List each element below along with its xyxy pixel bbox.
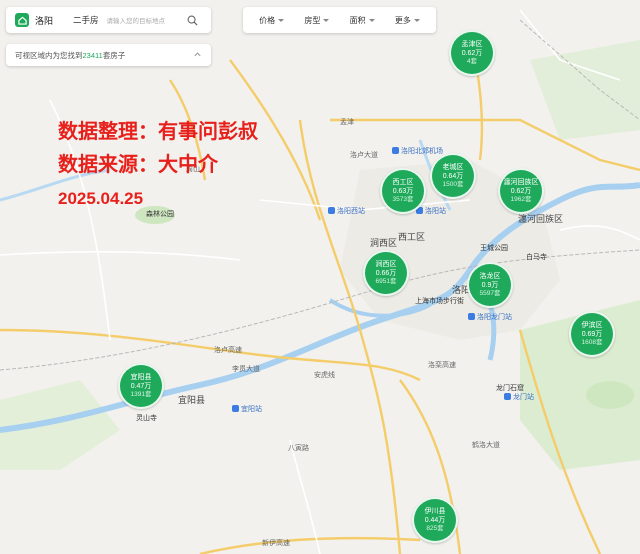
district-name: 瀍河回族区 xyxy=(503,179,539,186)
district-price: 0.47万 xyxy=(130,383,152,390)
label-road-6: 新伊高速 xyxy=(262,540,290,547)
watermark-source: 数据来源：大中介 xyxy=(58,152,218,176)
district-price: 0.62万 xyxy=(461,50,483,57)
district-bubble-luolong[interactable]: 洛龙区 0.9万 5597套 xyxy=(467,262,513,308)
label-road-1: 洛卢高速 xyxy=(214,347,242,354)
label-airport: 洛阳北郊机场 xyxy=(392,146,443,156)
district-count: 825套 xyxy=(426,525,444,532)
result-count: 23411 xyxy=(82,50,103,60)
district-bubble-chanhe[interactable]: 瀍河回族区 0.62万 1962套 xyxy=(498,168,544,214)
district-count: 1500套 xyxy=(442,181,464,188)
label-jianxi: 涧西区 xyxy=(370,238,398,248)
district-name: 老城区 xyxy=(442,164,464,171)
watermark-date: 2025.04.25 xyxy=(58,189,144,208)
watermark-author: 数据整理：有事问彭叔 xyxy=(58,119,258,143)
label-yiyang-station: 宜阳站 xyxy=(232,404,262,414)
filter-more-label: 更多 xyxy=(394,15,411,25)
caret-down-icon xyxy=(323,18,330,22)
district-price: 0.44万 xyxy=(424,517,446,524)
caret-down-icon xyxy=(368,18,375,22)
district-price: 0.63万 xyxy=(392,188,414,195)
label-yiyang: 宜阳县 xyxy=(178,395,206,405)
city-selector[interactable]: 洛阳 xyxy=(35,14,53,27)
filter-bar: 价格 房型 面积 更多 xyxy=(243,7,436,33)
district-name: 宜阳县 xyxy=(130,374,152,381)
district-bubble-yichuan[interactable]: 伊川县 0.44万 825套 xyxy=(412,497,458,543)
result-suffix: 套房子 xyxy=(102,50,126,60)
district-name: 伊滨区 xyxy=(581,322,603,329)
park-area xyxy=(586,381,634,409)
district-bubble-jianxi[interactable]: 涧西区 0.66万 6951套 xyxy=(363,250,409,296)
district-name: 西工区 xyxy=(392,179,414,186)
district-count: 1391套 xyxy=(130,391,152,398)
district-bubble-yiyang[interactable]: 宜阳县 0.47万 1391套 xyxy=(118,363,164,409)
label-baima: 白马寺 xyxy=(526,254,547,261)
caret-down-icon xyxy=(413,18,420,22)
caret-down-icon xyxy=(278,18,285,22)
district-price: 0.62万 xyxy=(510,188,532,195)
tab-secondhand[interactable]: 二手房 xyxy=(73,14,99,26)
label-road-8: 洛卢大道 xyxy=(350,152,378,159)
result-count-bar: 可视区域内为您找到 23411 套房子 xyxy=(6,44,211,66)
label-west-station: 洛阳西站 xyxy=(328,206,365,216)
label-mengjin-road: 孟津 xyxy=(340,119,354,126)
label-road-4: 八寅路 xyxy=(288,445,309,452)
label-luoyang-station: 洛阳站 xyxy=(416,206,446,216)
district-price: 0.9万 xyxy=(481,282,499,289)
label-road-5: 鹤洛大道 xyxy=(472,442,500,449)
map-canvas[interactable] xyxy=(0,0,640,554)
search-input[interactable]: 请输入您的目标地点 xyxy=(107,15,187,25)
district-bubble-mengjin[interactable]: 孟津区 0.62万 4套 xyxy=(449,30,495,76)
filter-layout[interactable]: 房型 xyxy=(304,15,330,26)
label-lingshan: 灵山寺 xyxy=(136,415,157,422)
label-road-7: 洛栾高速 xyxy=(428,362,456,369)
district-count: 4套 xyxy=(466,58,478,65)
label-chanhe: 瀍河回族区 xyxy=(518,214,564,224)
filter-price-label: 价格 xyxy=(259,15,276,25)
label-xigong: 西工区 xyxy=(398,232,426,242)
district-count: 1962套 xyxy=(510,196,532,203)
district-price: 0.64万 xyxy=(442,173,464,180)
label-road-3: 安虎线 xyxy=(314,372,335,379)
district-count: 1608套 xyxy=(581,339,603,346)
chevron-up-icon[interactable] xyxy=(193,50,202,61)
search-icon[interactable] xyxy=(187,15,203,26)
filter-layout-label: 房型 xyxy=(304,15,321,25)
label-senlin: 森林公园 xyxy=(146,211,174,218)
district-name: 伊川县 xyxy=(424,508,446,515)
district-name: 洛龙区 xyxy=(479,273,501,280)
district-bubble-yibin[interactable]: 伊滨区 0.69万 1608套 xyxy=(569,311,615,357)
home-logo-icon xyxy=(15,13,29,27)
district-name: 孟津区 xyxy=(461,41,483,48)
district-bubble-laocheng[interactable]: 老城区 0.64万 1500套 xyxy=(430,153,476,199)
filter-area-label: 面积 xyxy=(349,15,366,25)
district-bubble-xigong[interactable]: 西工区 0.63万 3573套 xyxy=(380,168,426,214)
result-prefix: 可视区域内为您找到 xyxy=(15,50,83,60)
filter-more[interactable]: 更多 xyxy=(395,15,420,26)
district-price: 0.66万 xyxy=(375,270,397,277)
label-road-2: 李贯大道 xyxy=(232,366,260,373)
district-count: 5597套 xyxy=(479,290,501,297)
label-longmen-sta: 龙门站 xyxy=(504,392,534,402)
label-poi-market: 上海市场步行街 xyxy=(415,298,464,305)
district-count: 3573套 xyxy=(392,196,414,203)
search-bar: 洛阳 二手房 请输入您的目标地点 xyxy=(6,7,211,33)
label-poi-park: 王城公园 xyxy=(480,245,508,252)
district-count: 6951套 xyxy=(375,278,397,285)
filter-price[interactable]: 价格 xyxy=(259,15,285,26)
district-price: 0.69万 xyxy=(581,331,603,338)
label-longmen-station: 洛阳龙门站 xyxy=(468,312,512,322)
district-name: 涧西区 xyxy=(375,261,397,268)
filter-area[interactable]: 面积 xyxy=(350,15,375,26)
